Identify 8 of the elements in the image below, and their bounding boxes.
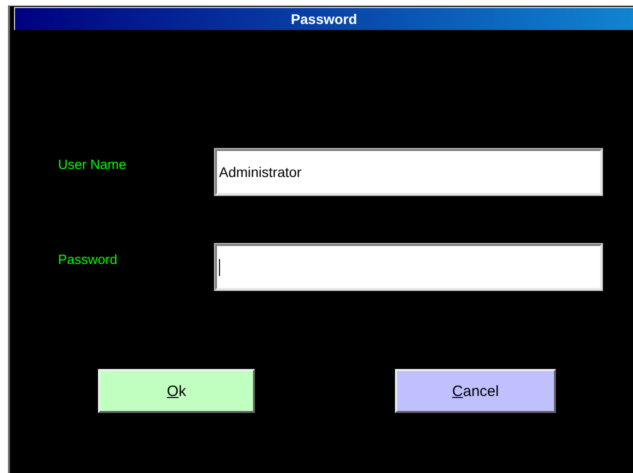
input-field[interactable] <box>215 244 602 290</box>
text-cursor <box>219 258 220 276</box>
field-label: User Name <box>58 157 128 172</box>
ok-button[interactable]: Ok <box>98 369 255 413</box>
input-field[interactable]: Administrator <box>215 149 602 195</box>
window-title: Password <box>14 7 633 30</box>
field-label: Password <box>58 252 118 267</box>
cancel-button[interactable]: Cancel <box>395 369 556 413</box>
